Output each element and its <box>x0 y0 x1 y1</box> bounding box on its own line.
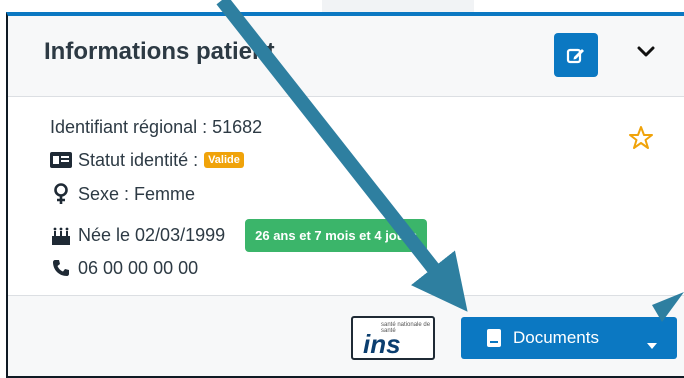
phone-row: 06 00 00 00 00 <box>50 257 198 279</box>
edit-icon <box>566 48 584 64</box>
birthday-cake-icon <box>50 225 72 247</box>
card-body: Identifiant régional : 51682 Statut iden… <box>8 97 684 294</box>
edit-button[interactable] <box>554 33 598 77</box>
female-icon <box>50 183 72 205</box>
phone-icon <box>50 257 72 279</box>
regional-id-text: Identifiant régional : 51682 <box>50 117 263 137</box>
caret-down-icon[interactable] <box>647 334 657 354</box>
identity-status-row: Statut identité : Valide <box>50 149 244 171</box>
card-footer: santé nationale de santé ins Documents <box>8 295 684 376</box>
card-title: Informations patient <box>44 38 275 65</box>
documents-button[interactable]: Documents <box>461 317 677 359</box>
patient-info-card: Informations patient Identifiant régiona… <box>6 12 684 378</box>
birth-date-text: Née le 02/03/1999 <box>78 225 226 245</box>
ins-logo[interactable]: santé nationale de santé ins <box>351 316 435 360</box>
star-icon[interactable] <box>628 125 654 151</box>
regional-id-row: Identifiant régional : 51682 <box>50 117 262 138</box>
collapse-button[interactable] <box>634 40 658 64</box>
document-icon <box>487 329 501 347</box>
sex-row: Sexe : Femme <box>50 183 195 205</box>
phone-text: 06 00 00 00 00 <box>78 257 199 278</box>
chevron-down-icon <box>637 46 655 57</box>
top-strip <box>322 0 474 12</box>
ins-logo-text: ins <box>363 329 401 359</box>
status-badge: Valide <box>204 152 244 168</box>
card-header: Informations patient <box>8 16 684 97</box>
birth-row: Née le 02/03/1999 26 ans et 7 mois et 4 … <box>50 219 427 252</box>
id-card-icon <box>50 149 72 171</box>
sex-text: Sexe : Femme <box>78 183 196 204</box>
documents-label: Documents <box>513 328 599 347</box>
age-badge: 26 ans et 7 mois et 4 jours <box>245 219 427 252</box>
identity-status-label: Statut identité : <box>78 149 199 170</box>
